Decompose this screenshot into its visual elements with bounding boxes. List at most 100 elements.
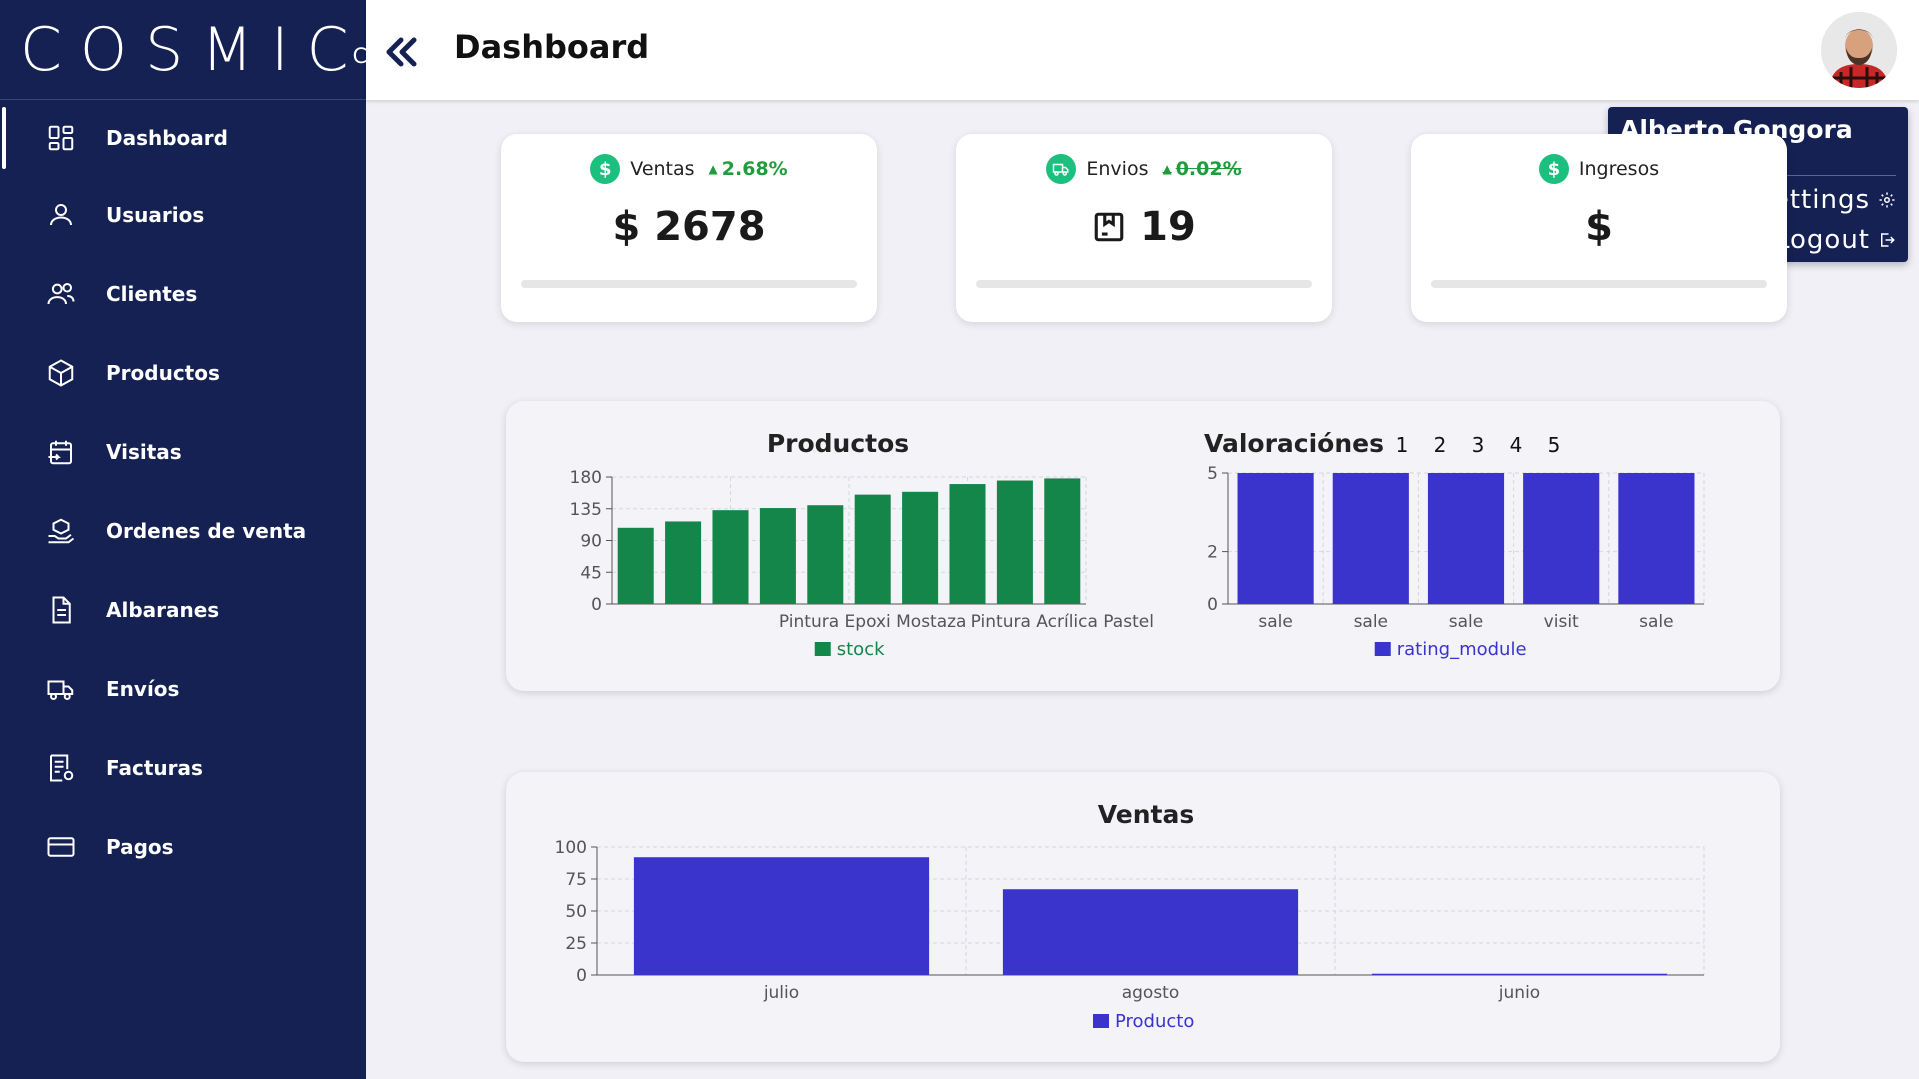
sidebar-item-productos[interactable]: Productos <box>0 333 366 412</box>
sidebar-item-label: Ordenes de venta <box>106 518 307 543</box>
productos-chart: Productos 0 45 90 135 180 Pintura Epoxi Mostaz… <box>570 429 1154 660</box>
sidebar-item-albaranes[interactable]: Albaranes <box>0 570 366 649</box>
bar <box>1237 473 1314 604</box>
stat-card-envios: Envios 0.02% 19 <box>956 134 1332 322</box>
legend-swatch <box>1093 1014 1109 1028</box>
x-tick-label: agosto <box>1122 983 1180 1003</box>
bar <box>1332 473 1409 604</box>
card-label: Ventas <box>630 158 695 180</box>
logout-label: Logout <box>1774 225 1870 255</box>
gear-icon <box>1879 192 1895 208</box>
chart-legend: rating_module <box>1374 639 1527 660</box>
card-progress-bar <box>976 280 1312 288</box>
x-tick-label: sale <box>1449 612 1483 632</box>
bar <box>902 491 939 604</box>
chart-legend: stock <box>814 639 885 660</box>
sidebar-item-usuarios[interactable]: Usuarios <box>0 175 366 254</box>
y-tick-label: 0 <box>576 966 587 986</box>
card-change: 0.02% <box>1162 158 1242 180</box>
y-tick-label: 75 <box>565 870 587 890</box>
y-tick-label: 100 <box>555 838 587 858</box>
sidebar-item-ordenes-de-venta[interactable]: Ordenes de venta <box>0 491 366 570</box>
x-tick-label: junio <box>1498 983 1540 1003</box>
chart-title: Ventas <box>1098 800 1194 829</box>
x-tick-label: visit <box>1544 612 1579 632</box>
y-tick-label: 50 <box>565 902 587 922</box>
bar <box>1044 478 1081 604</box>
rating-filter-4: 4 <box>1510 433 1523 457</box>
legend-label: stock <box>837 639 885 660</box>
avatar[interactable] <box>1821 12 1897 88</box>
rating-filter-1: 1 <box>1396 433 1409 457</box>
bar <box>1618 473 1695 604</box>
sidebar-item-envios[interactable]: Envíos <box>0 649 366 728</box>
charts-panel-bottom: Ventas 0 25 50 75 100 julio agosto junio Producto <box>506 772 1780 1062</box>
truck-icon <box>44 672 78 706</box>
logo-text: COSMIC <box>20 15 367 85</box>
x-tick-label: Pintura Epoxi Mostaza <box>779 612 967 632</box>
x-tick-label: sale <box>1258 612 1292 632</box>
charts-svg-top: Productos04590135180Pintura Epoxi Mostaz… <box>570 429 1705 660</box>
y-tick-label: 90 <box>580 532 602 552</box>
card-progress-bar <box>521 280 857 288</box>
collapse-sidebar-button[interactable] <box>380 30 424 74</box>
charts-panel-top: Productos 0 45 90 135 180 Pintura Epoxi Mostaz… <box>506 401 1780 691</box>
ventas-chart: Ventas 0 25 50 75 100 julio agosto junio Producto <box>555 800 1705 1032</box>
bar <box>996 480 1033 604</box>
card-label: Envios <box>1086 158 1149 180</box>
bar <box>633 857 930 975</box>
x-tick-label: Pintura Acrílica Pastel <box>971 612 1154 632</box>
truck-badge-icon <box>1046 154 1077 184</box>
y-tick-label: 25 <box>565 934 587 954</box>
bar <box>665 521 702 604</box>
bar <box>712 510 749 604</box>
bar <box>1371 973 1668 976</box>
logout-icon <box>1881 233 1895 247</box>
chart-legend: Producto <box>1093 1011 1194 1032</box>
dollar-icon: $ <box>590 154 621 184</box>
rating-filter-3: 3 <box>1472 433 1485 457</box>
dollar-icon: $ <box>1538 154 1569 184</box>
rating-filter-2: 2 <box>1434 433 1447 457</box>
chart-title: Valoraciónes <box>1204 429 1384 458</box>
user-icon <box>44 198 78 232</box>
y-tick-label: 180 <box>570 468 602 488</box>
card-label: Ingresos <box>1578 158 1660 180</box>
sidebar-divider <box>0 99 366 100</box>
sidebar-item-dashboard[interactable]: Dashboard <box>0 101 366 175</box>
legend-swatch <box>1374 642 1391 656</box>
hand-box-icon <box>44 514 78 548</box>
card-value: $ <box>1585 204 1613 250</box>
stat-card-ventas: $ Ventas 2.68% $ 2678 <box>501 134 877 322</box>
y-tick-label: 0 <box>591 595 602 615</box>
sidebar-item-pagos[interactable]: Pagos <box>0 807 366 886</box>
bar <box>617 527 654 604</box>
card-progress-bar <box>1431 280 1767 288</box>
sidebar-item-clientes[interactable]: Clientes <box>0 254 366 333</box>
card-value: 19 <box>1140 204 1196 250</box>
invoice-icon <box>44 751 78 785</box>
stat-card-ingresos: $ Ingresos $ <box>1411 134 1787 322</box>
sidebar-item-facturas[interactable]: Facturas <box>0 728 366 807</box>
users-icon <box>44 277 78 311</box>
bar <box>949 484 986 604</box>
y-tick-label: 135 <box>570 500 602 520</box>
x-tick-label: julio <box>763 983 799 1003</box>
bar <box>807 505 844 604</box>
sidebar-item-visitas[interactable]: Visitas <box>0 412 366 491</box>
bar <box>1427 473 1505 604</box>
grid-icon <box>44 121 78 155</box>
x-tick-label: sale <box>1639 612 1673 632</box>
sidebar-item-label: Albaranes <box>106 597 220 622</box>
y-tick-label: 5 <box>1207 464 1218 484</box>
logo[interactable]: COSMIC CRM <box>20 18 403 82</box>
sidebar-item-label: Usuarios <box>106 202 205 227</box>
chart-title: Productos <box>767 429 909 458</box>
bar <box>1002 889 1299 975</box>
charts-svg-bottom: Ventas 0 25 50 75 100 julio agosto junio Producto <box>555 800 1705 1032</box>
x-tick-label: sale <box>1354 612 1388 632</box>
package-icon <box>1094 212 1124 242</box>
legend-swatch <box>814 642 831 656</box>
sidebar: COSMIC CRM Dashboard Usuarios Clientes <box>0 0 402 1079</box>
legend-label: Producto <box>1115 1011 1194 1032</box>
